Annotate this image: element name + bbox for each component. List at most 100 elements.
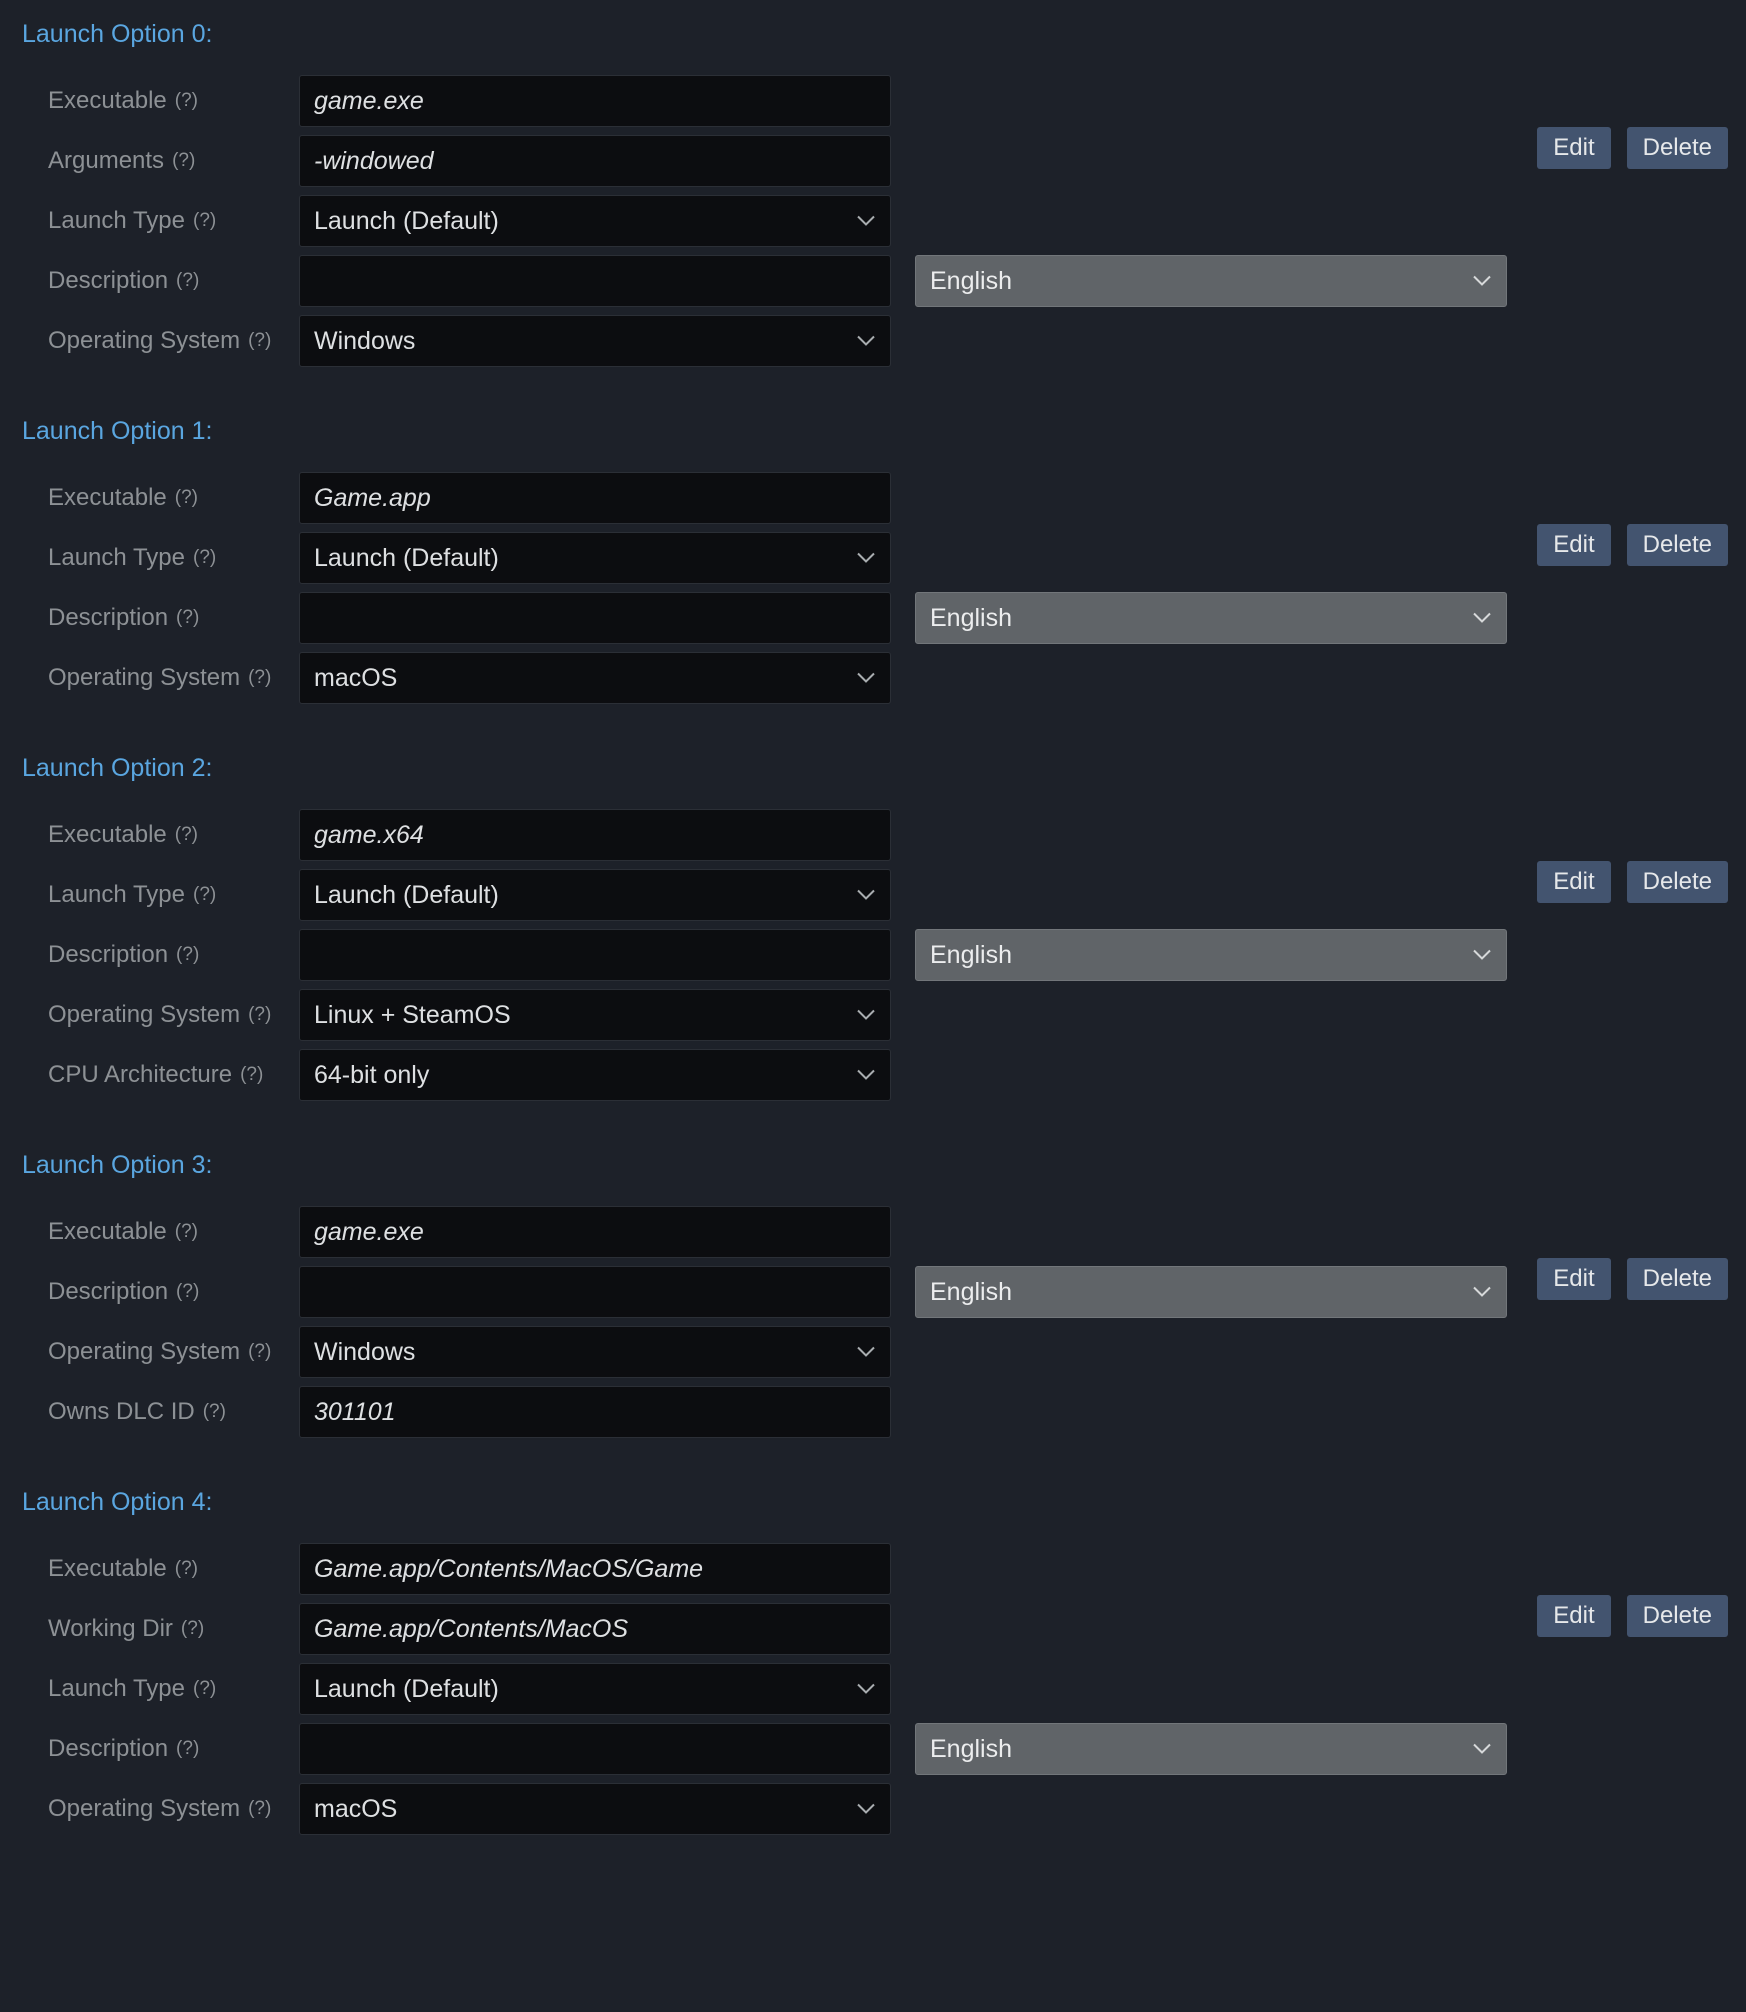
field-label-launch_type: Launch Type (?)	[14, 881, 299, 909]
help-hint[interactable]: (?)	[176, 944, 199, 966]
field-label-os: Operating System (?)	[14, 1795, 299, 1823]
working_dir-input[interactable]	[299, 1603, 891, 1655]
os-select[interactable]: Windows	[299, 315, 891, 367]
launch-option-block: Launch Option 0:Executable (?)Arguments …	[14, 16, 1732, 371]
help-hint[interactable]: (?)	[175, 1221, 198, 1243]
description-input[interactable]	[299, 1266, 891, 1318]
field-label-launch_type: Launch Type (?)	[14, 544, 299, 572]
launch_type-select[interactable]: Launch (Default)	[299, 532, 891, 584]
launch_type-select[interactable]: Launch (Default)	[299, 195, 891, 247]
launch-option-title: Launch Option 1:	[14, 413, 1732, 468]
field-row: Description (?) English	[14, 251, 1537, 311]
description-language-select[interactable]: English	[915, 592, 1507, 644]
field-row: Operating System (?)Windows	[14, 311, 1537, 371]
field-row: Launch Type (?)Launch (Default)	[14, 528, 1537, 588]
executable-input[interactable]	[299, 1543, 891, 1595]
field-row: Launch Type (?)Launch (Default)	[14, 191, 1537, 251]
help-hint[interactable]: (?)	[175, 90, 198, 112]
launch-option-title: Launch Option 4:	[14, 1484, 1732, 1539]
launch-option-title: Launch Option 2:	[14, 750, 1732, 805]
field-row: Arguments (?)	[14, 131, 1537, 191]
executable-input[interactable]	[299, 472, 891, 524]
delete-button[interactable]: Delete	[1627, 127, 1728, 169]
help-hint[interactable]: (?)	[248, 1004, 271, 1026]
launch_type-select[interactable]: Launch (Default)	[299, 869, 891, 921]
arguments-input[interactable]	[299, 135, 891, 187]
description-language-select[interactable]: English	[915, 255, 1507, 307]
help-hint[interactable]: (?)	[175, 487, 198, 509]
field-row: Launch Type (?)Launch (Default)	[14, 1659, 1537, 1719]
help-hint[interactable]: (?)	[176, 270, 199, 292]
help-hint[interactable]: (?)	[176, 1738, 199, 1760]
field-row: Description (?) English	[14, 588, 1537, 648]
help-hint[interactable]: (?)	[175, 824, 198, 846]
description-input[interactable]	[299, 1723, 891, 1775]
help-hint[interactable]: (?)	[181, 1618, 204, 1640]
launch_type-select[interactable]: Launch (Default)	[299, 1663, 891, 1715]
action-buttons: Edit Delete	[1537, 468, 1732, 566]
edit-button[interactable]: Edit	[1537, 1258, 1610, 1300]
delete-button[interactable]: Delete	[1627, 1595, 1728, 1637]
field-row: Operating System (?)Windows	[14, 1322, 1537, 1382]
description-input[interactable]	[299, 929, 891, 981]
launch-option-block: Launch Option 3:Executable (?)Descriptio…	[14, 1147, 1732, 1442]
field-label-description: Description (?)	[14, 604, 299, 632]
os-select[interactable]: Windows	[299, 1326, 891, 1378]
help-hint[interactable]: (?)	[203, 1401, 226, 1423]
field-label-launch_type: Launch Type (?)	[14, 1675, 299, 1703]
field-row: Operating System (?)Linux + SteamOS	[14, 985, 1537, 1045]
edit-button[interactable]: Edit	[1537, 524, 1610, 566]
executable-input[interactable]	[299, 809, 891, 861]
delete-button[interactable]: Delete	[1627, 524, 1728, 566]
action-buttons: Edit Delete	[1537, 1202, 1732, 1300]
field-row: Launch Type (?)Launch (Default)	[14, 865, 1537, 925]
os-select[interactable]: macOS	[299, 1783, 891, 1835]
help-hint[interactable]: (?)	[193, 1678, 216, 1700]
cpu-select[interactable]: 64-bit only	[299, 1049, 891, 1101]
help-hint[interactable]: (?)	[240, 1064, 263, 1086]
help-hint[interactable]: (?)	[248, 330, 271, 352]
field-label-arguments: Arguments (?)	[14, 147, 299, 175]
description-input[interactable]	[299, 255, 891, 307]
delete-button[interactable]: Delete	[1627, 861, 1728, 903]
help-hint[interactable]: (?)	[176, 1281, 199, 1303]
help-hint[interactable]: (?)	[193, 210, 216, 232]
os-select[interactable]: macOS	[299, 652, 891, 704]
executable-input[interactable]	[299, 1206, 891, 1258]
field-label-description: Description (?)	[14, 267, 299, 295]
executable-input[interactable]	[299, 75, 891, 127]
description-language-select[interactable]: English	[915, 1723, 1507, 1775]
field-row: Description (?)English	[14, 1262, 1537, 1322]
os-select[interactable]: Linux + SteamOS	[299, 989, 891, 1041]
field-row: Operating System (?)macOS	[14, 648, 1537, 708]
action-buttons: Edit Delete	[1537, 71, 1732, 169]
edit-button[interactable]: Edit	[1537, 1595, 1610, 1637]
field-label-os: Operating System (?)	[14, 1001, 299, 1029]
field-label-executable: Executable (?)	[14, 821, 299, 849]
field-label-working_dir: Working Dir (?)	[14, 1615, 299, 1643]
field-row: Description (?) English	[14, 1719, 1537, 1779]
help-hint[interactable]: (?)	[248, 1341, 271, 1363]
field-label-os: Operating System (?)	[14, 1338, 299, 1366]
field-label-executable: Executable (?)	[14, 1555, 299, 1583]
field-row: Executable (?)	[14, 1539, 1537, 1599]
owns_dlc-input[interactable]	[299, 1386, 891, 1438]
action-buttons: Edit Delete	[1537, 1539, 1732, 1637]
field-label-description: Description (?)	[14, 1735, 299, 1763]
field-row: CPU Architecture (?)64-bit only	[14, 1045, 1537, 1105]
help-hint[interactable]: (?)	[175, 1558, 198, 1580]
delete-button[interactable]: Delete	[1627, 1258, 1728, 1300]
edit-button[interactable]: Edit	[1537, 127, 1610, 169]
help-hint[interactable]: (?)	[193, 884, 216, 906]
description-language-select[interactable]: English	[915, 929, 1507, 981]
field-row: Operating System (?)macOS	[14, 1779, 1537, 1839]
edit-button[interactable]: Edit	[1537, 861, 1610, 903]
help-hint[interactable]: (?)	[193, 547, 216, 569]
field-row: Executable (?)	[14, 71, 1537, 131]
description-input[interactable]	[299, 592, 891, 644]
help-hint[interactable]: (?)	[176, 607, 199, 629]
help-hint[interactable]: (?)	[248, 1798, 271, 1820]
description-language-select[interactable]: English	[915, 1266, 1507, 1318]
help-hint[interactable]: (?)	[172, 150, 195, 172]
help-hint[interactable]: (?)	[248, 667, 271, 689]
